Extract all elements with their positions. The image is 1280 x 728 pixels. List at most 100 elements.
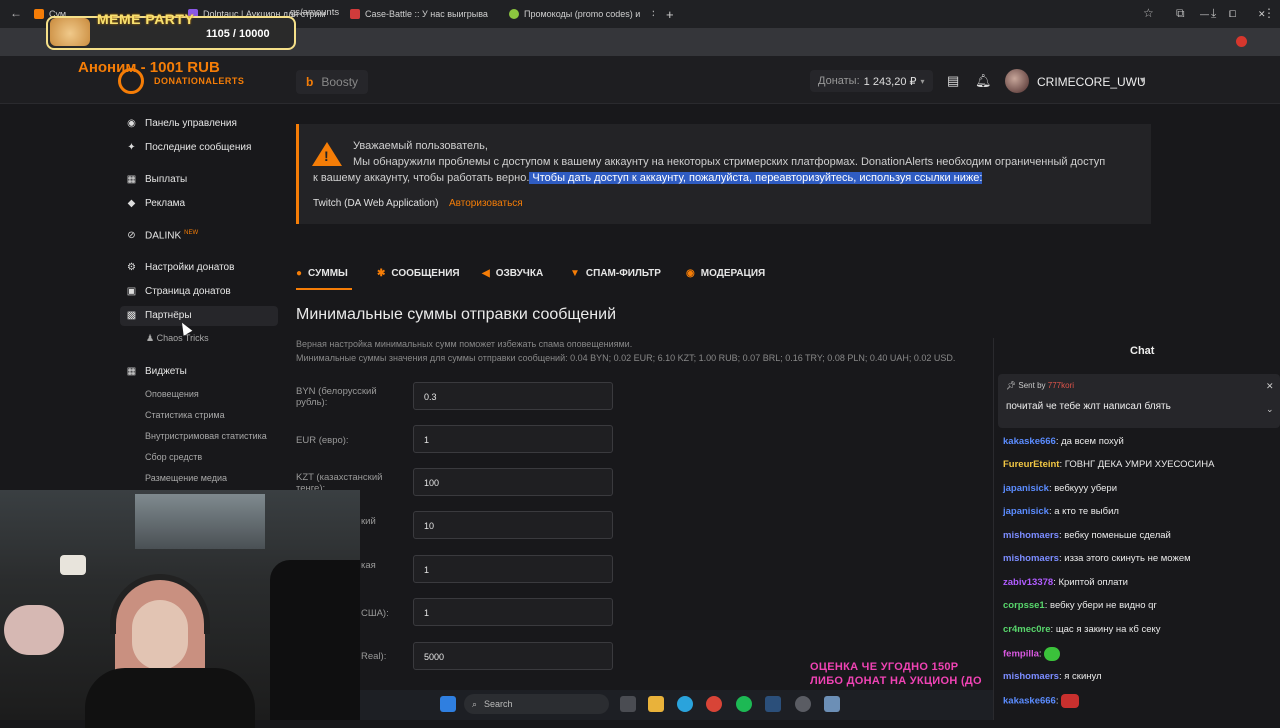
taskbar-search[interactable]: ⌕ Search bbox=[464, 694, 609, 714]
download-icon[interactable]: ⤓ bbox=[1211, 6, 1216, 21]
streamer-body bbox=[85, 668, 255, 728]
close-tab-icon[interactable]: ✕ bbox=[651, 9, 654, 20]
sidebar-item-payouts[interactable]: ▦ Выплаты bbox=[126, 174, 187, 185]
sidebar-item-messages[interactable]: ✦ Последние сообщения bbox=[126, 142, 251, 153]
amount-input-5[interactable]: 1 bbox=[413, 555, 613, 583]
tab-spam-filter[interactable]: ▼ СПАМ-ФИЛЬТР bbox=[570, 268, 661, 279]
tab-label: ОЗВУЧКА bbox=[495, 268, 544, 279]
chat-username[interactable]: mishomaers bbox=[1003, 530, 1059, 541]
stream-overlay-line: ЛИБО ДОНАТ НА УКЦИОН (ДО bbox=[810, 675, 982, 687]
chat-username[interactable]: japanisick bbox=[1003, 483, 1049, 494]
sidebar-item-donation-settings[interactable]: ⚙ Настройки донатов bbox=[126, 262, 234, 273]
sidebar-subitem-instream-stats[interactable]: Внутристримовая статистика bbox=[145, 431, 267, 441]
sidebar-item-widgets[interactable]: ▦ Виджеты bbox=[126, 366, 187, 377]
extensions-icon[interactable]: ⧉ bbox=[1176, 6, 1185, 21]
file-explorer-icon[interactable] bbox=[648, 696, 664, 712]
amount-input-usd[interactable]: 1 bbox=[413, 598, 613, 626]
chat-message: mishomaers: вебку поменьше сделай bbox=[1003, 530, 1171, 541]
tab-label: СООБЩЕНИЯ bbox=[391, 268, 460, 279]
warning-exclamation: ! bbox=[324, 148, 329, 164]
unpin-icon[interactable]: ✕ bbox=[1266, 381, 1274, 392]
chat-username[interactable]: japanisick bbox=[1003, 506, 1049, 517]
tab-sums[interactable]: ● СУММЫ bbox=[296, 268, 348, 279]
bookmark-star-icon[interactable]: ☆ bbox=[1143, 6, 1154, 20]
chat-username[interactable]: mishomaers bbox=[1003, 671, 1059, 682]
bell-icon[interactable]: 🔔︎ bbox=[975, 73, 992, 89]
sidebar-subitem-stream-stats[interactable]: Статистика стрима bbox=[145, 410, 225, 420]
boosty-button[interactable]: b Boosty bbox=[296, 70, 368, 94]
obs-icon[interactable] bbox=[795, 696, 811, 712]
chat-text: : щас я закину на кб секу bbox=[1050, 624, 1161, 635]
back-icon[interactable]: ← bbox=[10, 6, 22, 20]
sidebar-subitem-fundraising[interactable]: Сбор средств bbox=[145, 452, 202, 462]
alert-body-cont: к вашему аккаунту, чтобы работать верно.… bbox=[313, 172, 983, 184]
sidebar-item-ads[interactable]: ◆ Реклама bbox=[126, 198, 185, 209]
sidebar-item-dalink[interactable]: ⊘ DALINK NEW bbox=[126, 230, 198, 241]
pinned-sender: 📌︎ Sent by 777kori bbox=[1006, 381, 1074, 390]
telegram-icon[interactable] bbox=[677, 696, 693, 712]
chat-username[interactable]: kakaske666 bbox=[1003, 436, 1056, 447]
close-tab-icon[interactable]: ✕ bbox=[499, 9, 500, 20]
task-view-icon[interactable] bbox=[620, 696, 636, 712]
chrome-icon[interactable] bbox=[706, 696, 722, 712]
chat-title: Chat bbox=[1130, 345, 1155, 357]
sidebar-item-dashboard[interactable]: ◉ Панель управления bbox=[126, 118, 237, 129]
chat-username[interactable]: corpsse1 bbox=[1003, 600, 1045, 611]
sidebar-item-partners[interactable]: ▩ Партнёры bbox=[126, 310, 192, 321]
chat-username[interactable]: zabiv13378 bbox=[1003, 577, 1053, 588]
chat-username[interactable]: fempilla bbox=[1003, 649, 1039, 660]
donation-alert-overlay-text: Аноним - 1001 RUB bbox=[78, 59, 220, 76]
pin-icon: 📌︎ bbox=[1006, 381, 1019, 390]
sidebar-item-donation-page[interactable]: ▣ Страница донатов bbox=[126, 286, 231, 297]
chat-message: corpsse1: вебку убери не видно qr bbox=[1003, 600, 1157, 611]
amount-input-eur[interactable]: 1 bbox=[413, 425, 613, 453]
sidebar-item-label: Выплаты bbox=[145, 174, 188, 185]
overlay-title: MEME PARTY bbox=[97, 11, 195, 27]
settings-gear-icon[interactable] bbox=[824, 696, 840, 712]
chat-username[interactable]: mishomaers bbox=[1003, 553, 1059, 564]
amount-input-4[interactable]: 10 bbox=[413, 511, 613, 539]
chat-username[interactable]: FureurEteint bbox=[1003, 459, 1059, 470]
amount-input-brl[interactable]: 5000 bbox=[413, 642, 613, 670]
coin-icon: ● bbox=[296, 268, 303, 279]
amount-input-kzt[interactable]: 100 bbox=[413, 468, 613, 496]
chat-username[interactable]: cr4mec0re bbox=[1003, 624, 1051, 635]
sidebar-subitem-chaos-tricks[interactable]: ♟ Chaos Tricks bbox=[146, 333, 209, 344]
tab-messages[interactable]: ✱ СООБЩЕНИЯ bbox=[377, 268, 460, 279]
browser-tab-promocodes[interactable]: Промокоды (promo codes) и ✕ bbox=[509, 4, 654, 24]
chevron-down-icon[interactable]: ⌄ bbox=[1266, 404, 1274, 415]
chat-username[interactable]: kakaske666 bbox=[1003, 696, 1056, 707]
menu-dots-icon[interactable]: ⋮ bbox=[1263, 6, 1275, 20]
promo-favicon-icon bbox=[509, 9, 519, 19]
chat-message: FureurEteint: ГОВНГ ДЕКА УМРИ ХУЕСОСИНА bbox=[1003, 459, 1214, 470]
maximize-icon: ⧠ bbox=[1229, 8, 1237, 19]
chat-message: fempilla: bbox=[1003, 647, 1061, 661]
casebattle-favicon-icon bbox=[350, 9, 360, 19]
avatar[interactable] bbox=[1005, 69, 1029, 93]
maximize-button[interactable]: ⧠ bbox=[1229, 4, 1236, 24]
boosty-icon: b bbox=[306, 75, 314, 89]
new-tab-button[interactable]: + bbox=[666, 4, 674, 24]
windows-start-icon[interactable] bbox=[440, 696, 456, 712]
username[interactable]: CRIMECORE_UWU bbox=[1037, 75, 1146, 89]
tab-moderation[interactable]: ◉ МОДЕРАЦИЯ bbox=[686, 268, 765, 279]
browser-tab-casebattle[interactable]: Case-Battle :: У нас выигрыва ✕ bbox=[350, 4, 500, 24]
new-badge: NEW bbox=[184, 230, 199, 236]
sidebar-item-label: Страница донатов bbox=[145, 286, 231, 297]
donations-balance[interactable]: Донаты: 1 243,20 ₽ ▾ bbox=[810, 70, 933, 92]
steam-icon[interactable] bbox=[765, 696, 781, 712]
chevron-down-icon[interactable]: ▾ bbox=[1140, 75, 1145, 86]
list-icon[interactable]: ▤ bbox=[947, 73, 959, 89]
sidebar-subitem-alerts[interactable]: Оповещения bbox=[145, 389, 199, 399]
amount-input-byn[interactable]: 0.3 bbox=[413, 382, 613, 410]
chat-message: zabiv13378: Криптой оплати bbox=[1003, 577, 1128, 588]
minimize-button[interactable]: — bbox=[1200, 4, 1209, 24]
url-field[interactable]: gs/amounts bbox=[290, 7, 339, 18]
authorize-link[interactable]: Авторизоваться bbox=[449, 198, 523, 209]
sidebar-subitem-media[interactable]: Размещение медиа bbox=[145, 473, 227, 483]
chat-message: japanisick: вебкууу убери bbox=[1003, 483, 1117, 494]
tab-label: СУММЫ bbox=[308, 268, 348, 279]
profile-icon[interactable] bbox=[1236, 36, 1247, 47]
spotify-icon[interactable] bbox=[736, 696, 752, 712]
tab-voiceover[interactable]: ◀ ОЗВУЧКА bbox=[482, 268, 543, 279]
